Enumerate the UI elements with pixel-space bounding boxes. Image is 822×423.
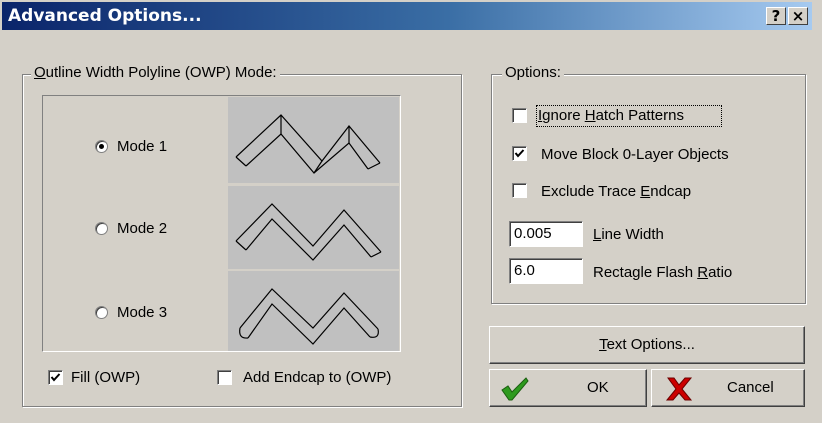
help-icon: ? [771,7,781,25]
window-title: Advanced Options... [8,6,202,26]
help-button[interactable]: ? [766,7,786,25]
red-x-icon [665,377,693,401]
mode2-preview [228,186,399,269]
close-icon: × [791,7,805,25]
cancel-label: Cancel [727,379,774,396]
mode1-polyline-icon [235,114,381,174]
focus-rectangle [536,105,722,127]
close-button[interactable]: × [788,7,808,25]
title-bar[interactable]: Advanced Options... ? × [2,2,812,30]
green-checkmark-icon [501,377,529,401]
ok-button[interactable]: OK [489,369,647,407]
mode1-label: Mode 1 [117,138,168,155]
mode3-polyline-icon [239,288,379,345]
line-width-label: Line Width [593,226,664,243]
ignore-hatch-checkbox[interactable] [512,108,527,123]
mode2-polyline-icon [235,203,382,261]
move-block-checkbox[interactable] [512,146,527,161]
mode3-label: Mode 3 [117,304,168,321]
checkmark-icon [514,149,525,158]
flash-ratio-input[interactable]: 6.0 [509,258,583,284]
ok-label: OK [587,379,609,396]
exclude-trace-checkbox[interactable] [512,183,527,198]
owp-mode-legend: Outline Width Polyline (OWP) Mode: [31,64,280,81]
add-endcap-label: Add Endcap to (OWP) [243,369,392,386]
flash-ratio-label: Rectagle Flash Ratio [593,264,733,281]
line-width-input[interactable]: 0.005 [509,221,583,247]
exclude-trace-label: Exclude Trace Endcap [541,183,692,200]
fill-owp-label: Fill (OWP) [71,369,141,386]
add-endcap-checkbox[interactable] [217,370,232,385]
text-options-button[interactable]: Text Options... [489,326,805,364]
mode3-preview [228,271,399,351]
move-block-label: Move Block 0-Layer Objects [541,146,729,163]
mode3-radio[interactable] [95,306,108,319]
checkmark-icon [50,373,61,382]
advanced-options-dialog: Advanced Options... ? × Outline Width Po… [0,0,822,423]
mode1-preview [228,97,399,183]
options-legend: Options: [502,64,564,81]
cancel-button[interactable]: Cancel [651,369,805,407]
mode2-label: Mode 2 [117,220,168,237]
fill-owp-checkbox[interactable] [48,370,63,385]
mode2-radio[interactable] [95,222,108,235]
mode1-radio[interactable] [95,140,108,153]
